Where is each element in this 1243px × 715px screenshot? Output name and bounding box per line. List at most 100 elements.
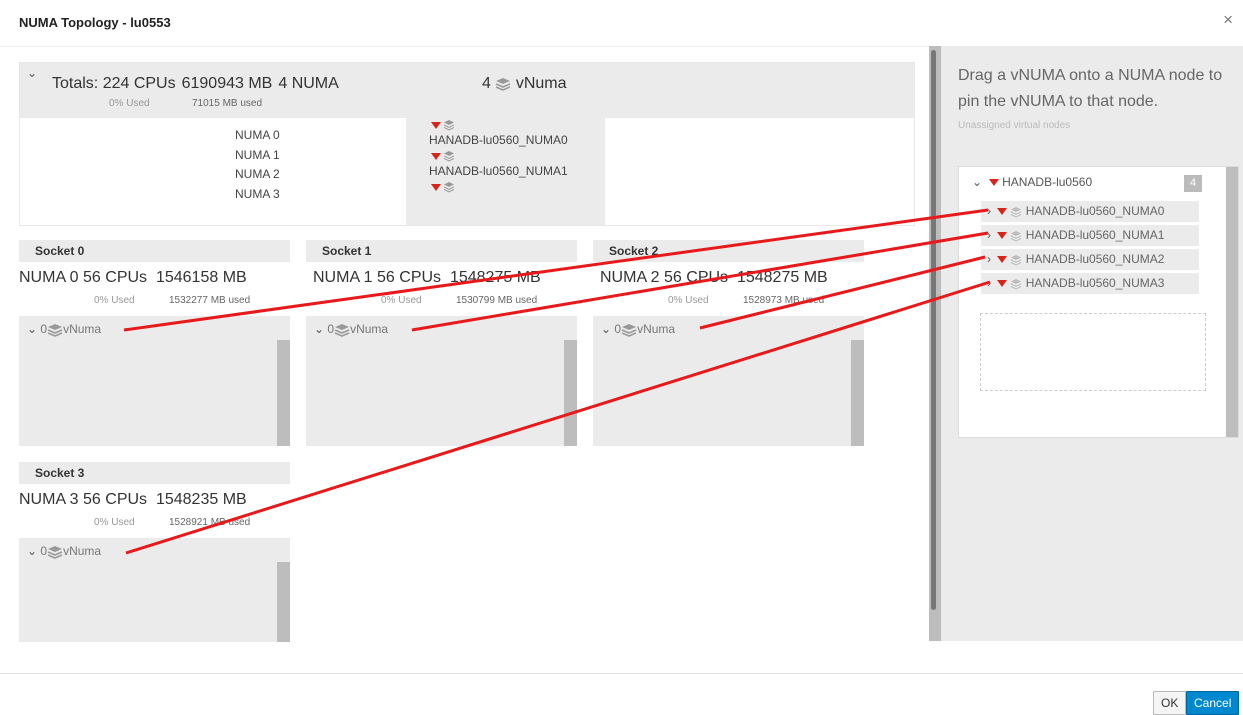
numa-memory: 1548235 MB — [155, 491, 247, 508]
unassigned-tree: ⌄ HANADB-lu0560 4 › HANADB-lu0560_NUMA0 … — [958, 166, 1239, 438]
stack-icon — [621, 323, 637, 337]
socket-scrollbar[interactable] — [851, 340, 864, 446]
socket-panel: Socket 3 NUMA 3 56 CPUs 1548235 MB 0% Us… — [19, 462, 290, 642]
numa-summary: NUMA 1 56 CPUs 1548275 MB — [313, 269, 541, 287]
vnuma-node-list[interactable]: HANADB-lu0560_NUMA0 HANADB-lu0560_NUMA1 — [406, 118, 605, 225]
vnuma-label: vNuma — [63, 322, 102, 336]
numa-card[interactable]: NUMA 3 56 CPUs 1548235 MB 0% Used 152892… — [19, 484, 290, 538]
socket-panel: Socket 0 NUMA 0 56 CPUs 1546158 MB 0% Us… — [19, 240, 290, 446]
count-badge: 4 — [1184, 175, 1202, 192]
numa-cpus: 56 CPUs — [377, 269, 442, 286]
numa-memory: 1548275 MB — [736, 269, 828, 286]
totals-cpus: Totals: 224 CPUs — [52, 75, 176, 92]
numa-cpu-used: 0% Used — [668, 295, 709, 306]
stack-icon — [47, 545, 63, 559]
vnuma-label: vNuma — [63, 544, 102, 558]
stack-icon — [47, 323, 63, 337]
numa-card[interactable]: NUMA 2 56 CPUs 1548275 MB 0% Used 152897… — [593, 262, 864, 316]
vnuma-label: vNuma — [637, 322, 676, 336]
vm-name: HANADB-lu0560 — [1002, 175, 1093, 189]
vnuma-count: 0 — [614, 322, 622, 336]
caret-down-icon — [997, 208, 1007, 216]
numa-card[interactable]: NUMA 0 56 CPUs 1546158 MB 0% Used 153227… — [19, 262, 290, 316]
numa-label: NUMA 0 — [19, 269, 79, 286]
vnuma-count: 0 — [327, 322, 335, 336]
vnuma-marker — [406, 149, 605, 163]
dialog-header: NUMA Topology - lu0553 × — [0, 0, 1243, 46]
tree-scrollbar[interactable] — [1226, 167, 1238, 437]
panel-divider-thumb[interactable] — [931, 50, 936, 610]
vnuma-item-label: HANADB-lu0560_NUMA0 — [1025, 204, 1165, 218]
numa-card[interactable]: NUMA 1 56 CPUs 1548275 MB 0% Used 153079… — [306, 262, 577, 316]
chevron-right-icon[interactable]: › — [987, 204, 991, 218]
instruction-text: Drag a vNUMA onto a NUMA node to pin the… — [958, 67, 1223, 110]
numa-cpu-used: 0% Used — [381, 295, 422, 306]
totals-body: NUMA 0 NUMA 1 NUMA 2 NUMA 3 HANADB-lu056… — [20, 118, 914, 225]
cancel-button[interactable]: Cancel — [1186, 691, 1240, 715]
totals-header[interactable]: ⌄ Totals: 224 CPUs 6190943 MB 4 NUMA 0% Us… — [20, 63, 914, 118]
chevron-down-icon[interactable]: ⌄ — [972, 175, 982, 189]
numa-node-list: NUMA 0 NUMA 1 NUMA 2 NUMA 3 — [235, 126, 280, 204]
vnuma-node-item[interactable]: HANADB-lu0560_NUMA0 — [406, 132, 605, 149]
totals-mem-used: 71015 MB used — [192, 98, 263, 109]
socket-vnuma-toggle[interactable]: ⌄ 0 vNuma — [27, 322, 101, 337]
vnuma-draggable[interactable]: › HANADB-lu0560_NUMA0 — [981, 201, 1199, 222]
caret-down-icon — [997, 232, 1007, 240]
numa-mem-used: 1530799 MB used — [456, 295, 538, 306]
ok-button[interactable]: OK — [1153, 691, 1187, 715]
dialog-title: NUMA Topology - lu0553 — [19, 15, 171, 30]
vnuma-item-label: HANADB-lu0560_NUMA3 — [1025, 276, 1165, 290]
vm-tree-node[interactable]: ⌄ HANADB-lu0560 — [972, 175, 1092, 189]
vnuma-node-item[interactable]: HANADB-lu0560_NUMA1 — [406, 163, 605, 180]
totals-memory: 6190943 MB — [181, 75, 273, 92]
vnuma-count: 0 — [40, 322, 48, 336]
caret-down-icon — [997, 280, 1007, 288]
close-icon[interactable]: × — [1223, 10, 1233, 30]
vnuma-label: vNuma — [350, 322, 389, 336]
vnuma-draggable[interactable]: › HANADB-lu0560_NUMA3 — [981, 273, 1199, 294]
caret-down-icon — [431, 153, 441, 161]
numa-node-item: NUMA 0 — [235, 128, 280, 142]
numa-summary: NUMA 3 56 CPUs 1548235 MB — [19, 491, 247, 509]
socket-title: Socket 2 — [609, 244, 659, 258]
numa-cpu-used: 0% Used — [94, 295, 135, 306]
stack-icon — [1011, 206, 1022, 218]
socket-title: Socket 1 — [322, 244, 372, 258]
chevron-down-icon: ⌄ — [27, 322, 38, 336]
numa-memory: 1548275 MB — [449, 269, 541, 286]
caret-down-icon — [431, 122, 441, 130]
chevron-right-icon[interactable]: › — [987, 228, 991, 242]
footer-divider — [0, 673, 1243, 674]
chevron-right-icon[interactable]: › — [987, 276, 991, 290]
numa-node-item: NUMA 1 — [235, 147, 280, 162]
vnuma-draggable[interactable]: › HANADB-lu0560_NUMA2 — [981, 249, 1199, 270]
socket-scrollbar[interactable] — [564, 340, 577, 446]
caret-down-icon — [997, 256, 1007, 264]
numa-cpu-used: 0% Used — [94, 517, 135, 528]
numa-memory: 1546158 MB — [155, 269, 247, 286]
socket-vnuma-toggle[interactable]: ⌄ 0 vNuma — [601, 322, 675, 337]
numa-mem-used: 1528921 MB used — [169, 517, 251, 528]
socket-vnuma-toggle[interactable]: ⌄ 0 vNuma — [314, 322, 388, 337]
unassigned-panel: Drag a vNUMA onto a NUMA node to pin the… — [941, 46, 1243, 641]
chevron-right-icon[interactable]: › — [987, 252, 991, 266]
numa-label: NUMA 3 — [19, 491, 79, 508]
chevron-down-icon: ⌄ — [27, 544, 38, 558]
drop-zone[interactable] — [980, 313, 1206, 391]
numa-summary: NUMA 0 56 CPUs 1546158 MB — [19, 269, 247, 287]
totals-vnuma-label: vNuma — [515, 75, 567, 92]
caret-down-icon — [431, 184, 441, 192]
numa-node-item: NUMA 2 — [235, 167, 280, 181]
chevron-down-icon[interactable]: ⌄ — [27, 66, 37, 80]
numa-label: NUMA 2 — [600, 269, 660, 286]
stack-icon — [444, 120, 455, 131]
vnuma-draggable[interactable]: › HANADB-lu0560_NUMA1 — [981, 225, 1199, 246]
socket-panel: Socket 2 NUMA 2 56 CPUs 1548275 MB 0% Us… — [593, 240, 864, 446]
numa-summary: NUMA 2 56 CPUs 1548275 MB — [600, 269, 828, 287]
numa-cpus: 56 CPUs — [664, 269, 729, 286]
totals-numa: 4 NUMA — [278, 75, 339, 92]
socket-scrollbar[interactable] — [277, 340, 290, 446]
socket-title: Socket 3 — [35, 466, 85, 480]
socket-vnuma-toggle[interactable]: ⌄ 0 vNuma — [27, 544, 101, 559]
socket-scrollbar[interactable] — [277, 562, 290, 642]
